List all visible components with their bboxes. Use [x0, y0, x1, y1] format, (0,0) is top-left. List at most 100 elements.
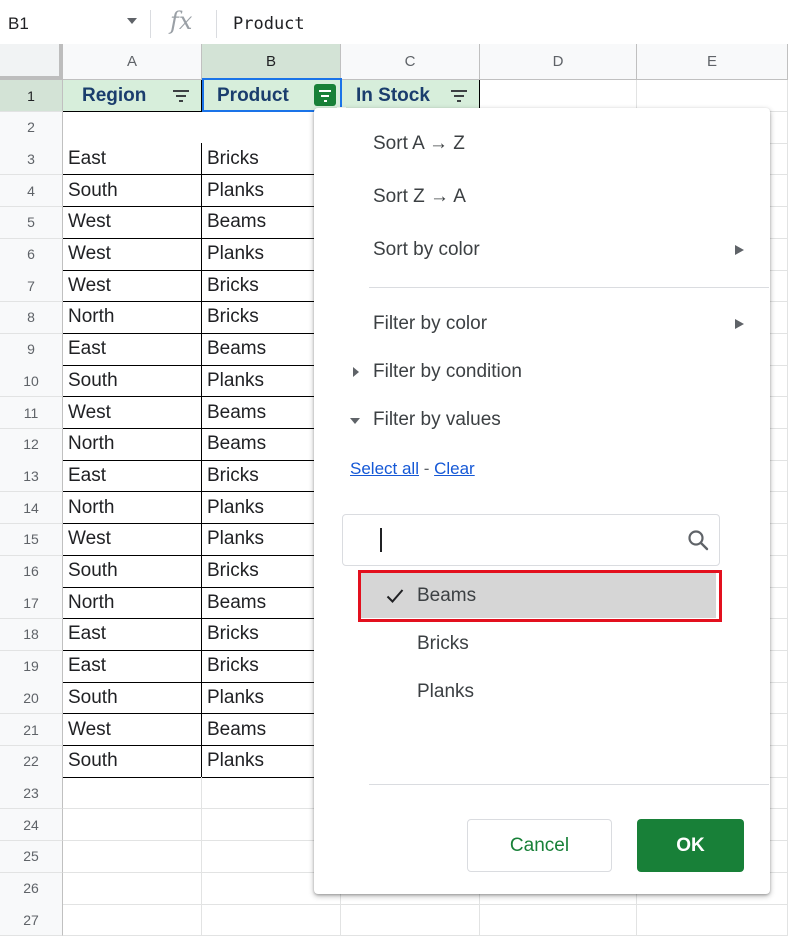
- table-cell[interactable]: West: [63, 206, 202, 239]
- row-header-3[interactable]: 3: [0, 143, 63, 176]
- sort-z-a-item[interactable]: Sort Z → A: [373, 186, 466, 208]
- table-cell[interactable]: South: [63, 745, 202, 778]
- table-cell[interactable]: [63, 872, 202, 905]
- filter-by-color-item[interactable]: Filter by color: [373, 313, 487, 335]
- sort-a-z-item[interactable]: Sort A → Z: [373, 133, 465, 155]
- filter-menu: Sort A → Z Sort Z → A Sort by color Filt…: [314, 108, 770, 894]
- table-cell[interactable]: [63, 777, 202, 810]
- select-links: Select all - Clear: [350, 459, 475, 479]
- table-cell[interactable]: [202, 904, 341, 936]
- table-cell[interactable]: East: [63, 143, 202, 176]
- row-header-12[interactable]: 12: [0, 428, 63, 461]
- row-header-8[interactable]: 8: [0, 301, 63, 334]
- name-box[interactable]: B1: [8, 14, 29, 34]
- divider: [216, 10, 217, 38]
- row-header-24[interactable]: 24: [0, 809, 63, 842]
- table-cell[interactable]: South: [63, 555, 202, 588]
- column-header-b[interactable]: B: [202, 44, 341, 80]
- table-cell[interactable]: [63, 840, 202, 873]
- table-cell[interactable]: West: [63, 270, 202, 303]
- row-header-4[interactable]: 4: [0, 175, 63, 208]
- table-cell[interactable]: East: [63, 460, 202, 493]
- table-cell[interactable]: West: [63, 238, 202, 271]
- filter-icon[interactable]: [173, 90, 189, 102]
- row-header-19[interactable]: 19: [0, 650, 63, 683]
- column-header-c[interactable]: C: [341, 44, 480, 80]
- sort-by-color-item[interactable]: Sort by color: [373, 239, 480, 261]
- divider: [150, 10, 151, 38]
- row-header-17[interactable]: 17: [0, 587, 63, 620]
- formula-bar: B1 fx Product: [0, 0, 788, 45]
- expand-right-icon[interactable]: [353, 367, 359, 377]
- header-label: In Stock: [356, 84, 430, 106]
- row-header-1[interactable]: 1: [0, 80, 63, 112]
- formula-input[interactable]: Product: [233, 14, 305, 34]
- submenu-arrow-icon: [735, 245, 744, 255]
- table-cell[interactable]: East: [63, 618, 202, 651]
- menu-divider: [369, 287, 769, 288]
- select-all-corner[interactable]: [0, 44, 63, 80]
- table-cell[interactable]: [341, 904, 480, 936]
- row-header-25[interactable]: 25: [0, 840, 63, 873]
- table-cell[interactable]: North: [63, 428, 202, 461]
- table-cell[interactable]: [480, 904, 637, 936]
- column-header-a[interactable]: A: [63, 44, 202, 80]
- row-header-10[interactable]: 10: [0, 365, 63, 398]
- row-header-26[interactable]: 26: [0, 872, 63, 905]
- value-item-planks[interactable]: Planks: [417, 681, 474, 703]
- row-header-6[interactable]: 6: [0, 238, 63, 271]
- clear-link[interactable]: Clear: [434, 459, 475, 478]
- submenu-arrow-icon: [735, 319, 744, 329]
- table-cell[interactable]: East: [63, 650, 202, 683]
- active-filter-icon[interactable]: [314, 84, 336, 106]
- chevron-down-icon[interactable]: [127, 18, 137, 24]
- select-all-link[interactable]: Select all: [350, 459, 419, 478]
- column-header-e[interactable]: E: [637, 44, 788, 80]
- fx-icon: fx: [170, 7, 193, 35]
- table-cell[interactable]: [63, 809, 202, 842]
- row-header-13[interactable]: 13: [0, 460, 63, 493]
- table-cell[interactable]: South: [63, 682, 202, 715]
- row-header-14[interactable]: 14: [0, 492, 63, 525]
- search-icon[interactable]: [687, 529, 709, 551]
- table-cell[interactable]: South: [63, 175, 202, 208]
- table-cell[interactable]: South: [63, 365, 202, 398]
- header-label: Region: [82, 84, 147, 106]
- column-header-d[interactable]: D: [480, 44, 637, 80]
- cancel-button[interactable]: Cancel: [467, 819, 612, 872]
- row-header-9[interactable]: 9: [0, 333, 63, 366]
- row-header-21[interactable]: 21: [0, 714, 63, 746]
- row-header-18[interactable]: 18: [0, 618, 63, 651]
- table-cell[interactable]: East: [63, 333, 202, 366]
- values-search-input[interactable]: [342, 514, 720, 566]
- row-header-5[interactable]: 5: [0, 206, 63, 239]
- value-item-bricks[interactable]: Bricks: [417, 633, 469, 655]
- row-header-20[interactable]: 20: [0, 682, 63, 715]
- filter-by-values-item[interactable]: Filter by values: [373, 409, 501, 431]
- table-cell[interactable]: West: [63, 523, 202, 556]
- filter-by-condition-item[interactable]: Filter by condition: [373, 361, 522, 383]
- annotation-highlight-box: [358, 570, 722, 622]
- row-header-11[interactable]: 11: [0, 397, 63, 429]
- table-cell[interactable]: [63, 904, 202, 936]
- table-cell[interactable]: North: [63, 301, 202, 334]
- menu-divider: [369, 784, 769, 785]
- row-header-27[interactable]: 27: [0, 904, 63, 936]
- row-header-16[interactable]: 16: [0, 555, 63, 588]
- header-cell-region[interactable]: Region: [63, 80, 202, 112]
- header-label: Product: [217, 84, 289, 106]
- table-cell[interactable]: West: [63, 714, 202, 746]
- row-header-23[interactable]: 23: [0, 777, 63, 810]
- table-cell[interactable]: West: [63, 397, 202, 429]
- collapse-down-icon[interactable]: [350, 418, 360, 424]
- table-cell[interactable]: North: [63, 492, 202, 525]
- ok-button[interactable]: OK: [637, 819, 744, 872]
- table-cell[interactable]: [637, 904, 788, 936]
- table-cell[interactable]: North: [63, 587, 202, 620]
- row-header-2[interactable]: 2: [0, 111, 63, 144]
- link-separator: -: [418, 459, 435, 478]
- row-header-22[interactable]: 22: [0, 745, 63, 778]
- row-header-7[interactable]: 7: [0, 270, 63, 303]
- row-header-15[interactable]: 15: [0, 523, 63, 556]
- filter-icon[interactable]: [451, 90, 467, 102]
